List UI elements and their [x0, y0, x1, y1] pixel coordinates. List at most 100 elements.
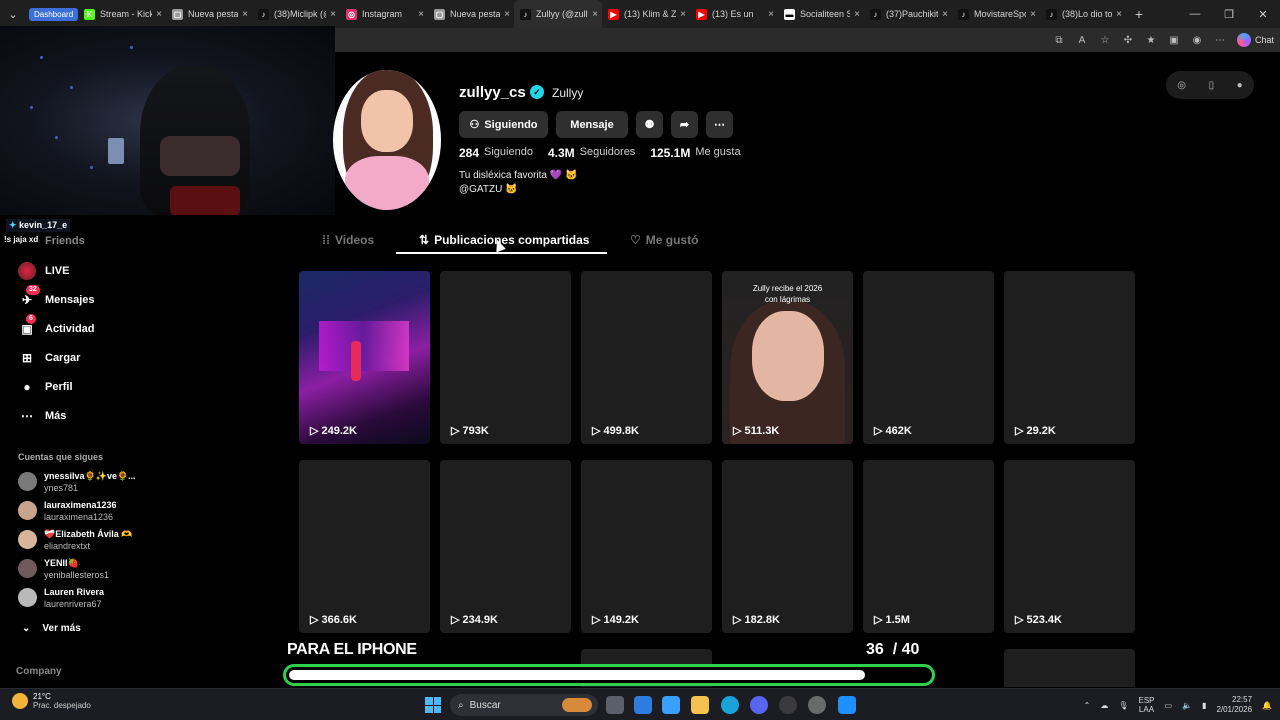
weather-widget[interactable]: 21°C Prac. despejado: [12, 692, 91, 710]
browser-tab[interactable]: ♪ MovistareSpo ×: [952, 0, 1040, 28]
volume-icon[interactable]: 🔈: [1182, 701, 1192, 710]
following-button[interactable]: ⚇ Siguiendo: [459, 111, 548, 138]
browser-tab[interactable]: ◎ Instagram ×: [340, 0, 428, 28]
account-avatar-icon[interactable]: ◉: [1189, 35, 1205, 46]
close-tab-icon[interactable]: ×: [418, 9, 424, 20]
battery-icon[interactable]: ▮: [1202, 701, 1206, 710]
browser-tab[interactable]: ▢ Nueva pestaña×: [166, 0, 252, 28]
video-card[interactable]: ▷ 1.5M: [863, 460, 994, 633]
video-card[interactable]: ▷ 234.9K: [440, 460, 571, 633]
video-card-partial[interactable]: [1004, 649, 1135, 687]
followers-label[interactable]: Seguidores: [580, 146, 636, 160]
profile-avatar[interactable]: [333, 70, 441, 210]
tab-videos[interactable]: ⁞⁞ Videos: [322, 231, 374, 249]
close-tab-icon[interactable]: ×: [242, 9, 248, 20]
notifications-icon[interactable]: 🔔: [1262, 701, 1272, 710]
close-tab-icon[interactable]: ×: [680, 9, 686, 20]
browser-tab[interactable]: ♪ (38)Lo dio too ×: [1040, 0, 1126, 28]
sidebar-item-live[interactable]: LIVE: [18, 259, 168, 283]
video-card[interactable]: ▷ 499.8K: [581, 271, 712, 444]
sidebar-item-activity[interactable]: ▣ 6 Actividad: [18, 314, 168, 341]
open-in-app-icon[interactable]: ⧉: [1051, 35, 1067, 46]
company-link[interactable]: Company: [16, 666, 62, 677]
close-tab-icon[interactable]: ×: [942, 9, 948, 20]
restore-icon[interactable]: ❐: [1212, 8, 1246, 21]
close-tab-icon[interactable]: ×: [854, 9, 860, 20]
sidebar-item-more[interactable]: ⋯ Más: [18, 404, 168, 428]
app-icon[interactable]: [838, 696, 856, 714]
network-icon[interactable]: ▭: [1165, 701, 1173, 710]
task-view-icon[interactable]: [606, 696, 624, 714]
file-explorer-icon[interactable]: [691, 696, 709, 714]
close-tab-icon[interactable]: ×: [504, 9, 510, 20]
video-card[interactable]: ▷ 29.2K: [1004, 271, 1135, 444]
tab-dashboard[interactable]: Dashboard: [26, 0, 78, 28]
browser-tab[interactable]: K Stream - Kick ×: [78, 0, 166, 28]
collections-icon[interactable]: ▣: [1166, 35, 1182, 46]
obs-icon[interactable]: [808, 696, 826, 714]
tab-liked[interactable]: ♡ Me gustó: [630, 231, 698, 249]
followed-account[interactable]: ynessilva🌻✨ve🌻... ynes781: [18, 469, 168, 495]
taskbar-search[interactable]: ⌕ Buscar: [450, 694, 598, 716]
close-tab-icon[interactable]: ×: [592, 9, 598, 20]
see-more-button[interactable]: ⌄ Ver más: [22, 623, 81, 634]
followed-account[interactable]: YENII🍓 yeniballesteros1: [18, 556, 168, 582]
favorites-icon[interactable]: ★: [1143, 35, 1159, 46]
edge-icon[interactable]: [721, 696, 739, 714]
compass-icon[interactable]: ◎: [1177, 80, 1186, 91]
followed-account[interactable]: ❤️‍🩹Elizabeth Ávila 🫶 eliandrextxt: [18, 527, 168, 553]
tab-search-chevron-icon[interactable]: ⌄: [0, 0, 26, 28]
tray-chevron-up-icon[interactable]: ⌃: [1084, 701, 1091, 710]
windows-start-icon[interactable]: [425, 697, 441, 713]
mini-avatar-icon[interactable]: ●: [1237, 80, 1243, 91]
browser-menu-icon[interactable]: ⋯: [1212, 35, 1228, 46]
translate-icon[interactable]: A: [1074, 35, 1090, 46]
extensions-icon[interactable]: ✣: [1120, 35, 1136, 46]
store-icon[interactable]: [634, 696, 652, 714]
more-options-button[interactable]: ⋯: [706, 111, 733, 138]
new-tab-button[interactable]: +: [1126, 6, 1152, 22]
sidebar-item-upload[interactable]: ⊞ Cargar: [18, 346, 168, 370]
browser-tab[interactable]: ♪ Zullyy (@zully ×: [514, 0, 602, 28]
language-indicator[interactable]: ESP LAA: [1138, 696, 1154, 714]
add-friend-button[interactable]: ⚉: [636, 111, 663, 138]
video-card[interactable]: Zully recibe el 2026 con lágrimas ▷ 511.3K: [722, 271, 853, 444]
browser-tab[interactable]: ▶ (13) Es un ×: [690, 0, 778, 28]
video-card[interactable]: ▷ 523.4K: [1004, 460, 1135, 633]
video-card[interactable]: ▷ 182.8K: [722, 460, 853, 633]
browser-tab[interactable]: ♪ (37)Pauchikita ×: [864, 0, 952, 28]
copilot-chat-button[interactable]: Chat: [1236, 31, 1274, 49]
sidebar-friends[interactable]: Friends: [45, 235, 85, 247]
video-card[interactable]: ▷ 366.6K: [299, 460, 430, 633]
close-tab-icon[interactable]: ×: [330, 9, 336, 20]
video-card[interactable]: ▷ 462K: [863, 271, 994, 444]
discord-icon[interactable]: [750, 696, 768, 714]
share-button[interactable]: ➦: [671, 111, 698, 138]
video-card[interactable]: ▷ 793K: [440, 271, 571, 444]
close-tab-icon[interactable]: ×: [1030, 9, 1036, 20]
profile-bio-line2[interactable]: @GATZU 🐱: [459, 184, 518, 195]
copilot-taskbar-icon[interactable]: [662, 696, 680, 714]
close-tab-icon[interactable]: ×: [156, 9, 162, 20]
close-window-icon[interactable]: ✕: [1246, 8, 1280, 21]
close-tab-icon[interactable]: ×: [768, 9, 774, 20]
onedrive-icon[interactable]: ☁: [1100, 701, 1108, 710]
browser-tab[interactable]: ▶ (13) Klim & Zu ×: [602, 0, 690, 28]
taskbar-clock[interactable]: 22:57 2/01/2026: [1216, 695, 1252, 715]
device-icon[interactable]: ▯: [1209, 80, 1215, 91]
browser-tab[interactable]: ▬ Socialiteen SC×: [778, 0, 864, 28]
favorite-star-icon[interactable]: ☆: [1097, 35, 1113, 46]
browser-tab[interactable]: ♪ (38)Miclipk (@ ×: [252, 0, 340, 28]
close-tab-icon[interactable]: ×: [1116, 9, 1122, 20]
followed-account[interactable]: Lauren Rivera laurenrivera67: [18, 585, 168, 611]
xbox-icon[interactable]: [779, 696, 797, 714]
following-label[interactable]: Siguiendo: [484, 146, 533, 160]
microphone-icon[interactable]: 🎙: [1118, 701, 1128, 710]
followed-account[interactable]: lauraximena1236 lauraximena1236: [18, 498, 168, 524]
video-card[interactable]: ▷ 249.2K: [299, 271, 430, 444]
message-button[interactable]: Mensaje: [556, 111, 628, 138]
sidebar-item-messages[interactable]: ✈ 32 Mensajes: [18, 285, 168, 312]
minimize-icon[interactable]: —: [1178, 8, 1212, 20]
video-card[interactable]: ▷ 149.2K: [581, 460, 712, 633]
browser-tab[interactable]: ▢ Nueva pestaña×: [428, 0, 514, 28]
